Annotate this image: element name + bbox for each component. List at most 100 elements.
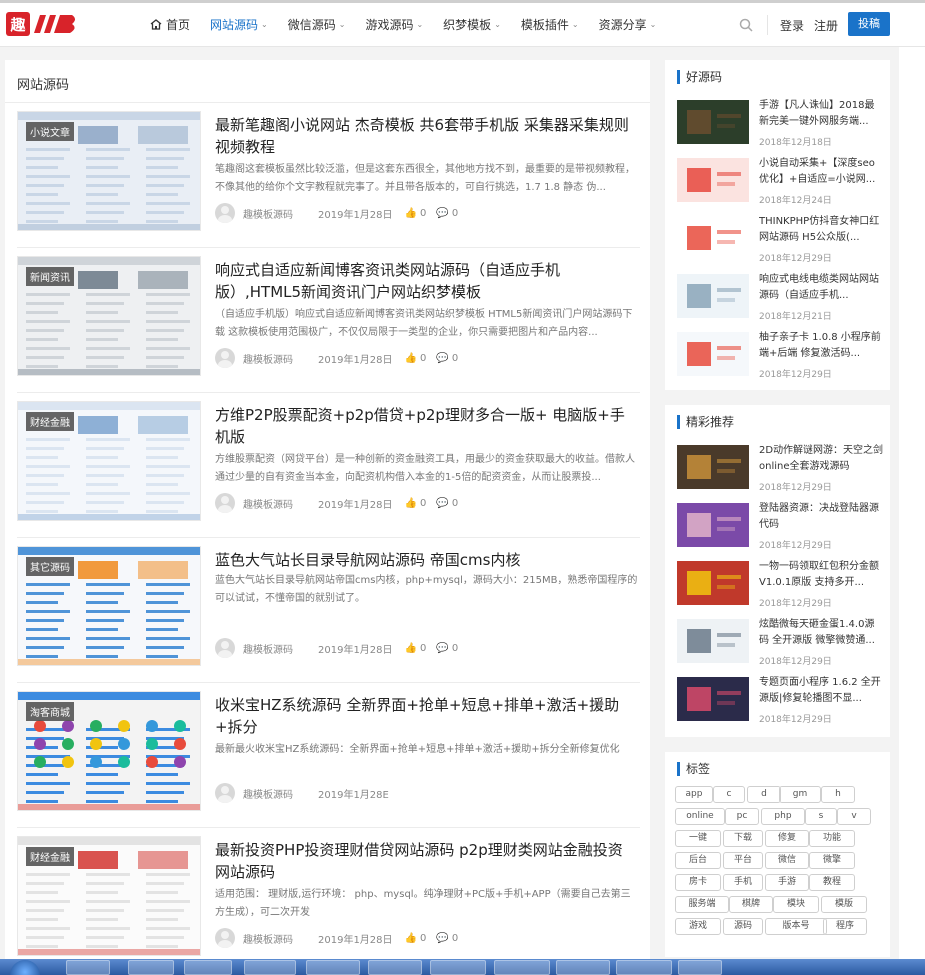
tag-link[interactable]: 手游 — [765, 874, 809, 891]
sidebar-post-title[interactable]: 炫酷微每天砸金蛋1.4.0源码 全开源版 微擎微赞通... — [759, 617, 884, 649]
article-thumbnail[interactable]: 其它源码 — [17, 546, 201, 666]
article-thumbnail[interactable]: 小说文章 — [17, 111, 201, 231]
category-badge[interactable]: 小说文章 — [26, 122, 74, 141]
taskbar-app[interactable] — [306, 960, 360, 975]
tag-link[interactable]: 一键 — [675, 830, 721, 847]
tag-link[interactable]: 模块 — [773, 896, 819, 913]
tag-link[interactable]: 平台 — [723, 852, 763, 869]
nav-item-0[interactable]: 首页 — [150, 16, 190, 33]
author-name[interactable]: 趣模板源码 — [243, 641, 293, 656]
sidebar-post-title[interactable]: 2D动作解谜网游：天空之剑online全套游戏源码 — [759, 443, 884, 475]
sidebar-post-thumbnail[interactable] — [677, 332, 749, 376]
sidebar-post-thumbnail[interactable] — [677, 216, 749, 260]
taskbar-app[interactable] — [678, 960, 722, 975]
sidebar-post[interactable]: 一物一码领取红包积分金额 V1.0.1原版 支持多开... 2018年12月29日 — [677, 559, 882, 614]
tag-link[interactable]: 教程 — [809, 874, 855, 891]
tag-link[interactable]: 版本号 — [765, 918, 827, 935]
article-title[interactable]: 响应式自适应新闻博客资讯类网站源码（自适应手机版）,HTML5新闻资讯门户网站织… — [215, 259, 635, 303]
sidebar-post-thumbnail[interactable] — [677, 445, 749, 489]
tag-link[interactable]: app — [675, 786, 713, 803]
sidebar-post[interactable]: 登陆器资源：决战登陆器源代码 2018年12月29日 — [677, 501, 882, 556]
sidebar-post-title[interactable]: 专题页面小程序 1.6.2 全开源版|修复轮播图不显... — [759, 675, 884, 707]
search-icon[interactable] — [739, 18, 753, 32]
tag-link[interactable]: 手机 — [723, 874, 763, 891]
tag-link[interactable]: c — [713, 786, 745, 803]
sidebar-post-thumbnail[interactable] — [677, 158, 749, 202]
article-title[interactable]: 收米宝HZ系统源码 全新界面+抢单+短息+排单+激活+援助+拆分 — [215, 694, 635, 738]
taskbar-app[interactable] — [556, 960, 610, 975]
avatar[interactable] — [215, 783, 235, 803]
author-name[interactable]: 趣模板源码 — [243, 206, 293, 221]
sidebar-post[interactable]: 响应式电线电缆类网站网站源码（自适应手机... 2018年12月21日 — [677, 272, 882, 327]
tag-link[interactable]: 下载 — [723, 830, 763, 847]
sidebar-post-thumbnail[interactable] — [677, 619, 749, 663]
taskbar-app[interactable] — [368, 960, 422, 975]
tag-link[interactable]: 后台 — [675, 852, 721, 869]
taskbar-app[interactable] — [184, 960, 232, 975]
category-badge[interactable]: 新闻资讯 — [26, 267, 74, 286]
sidebar-post-thumbnail[interactable] — [677, 561, 749, 605]
category-badge[interactable]: 其它源码 — [26, 557, 74, 576]
sidebar-post[interactable]: 炫酷微每天砸金蛋1.4.0源码 全开源版 微擎微赞通... 2018年12月29日 — [677, 617, 882, 672]
taskbar-app[interactable] — [66, 960, 110, 975]
nav-item-3[interactable]: 游戏源码 ⌄ — [365, 16, 423, 33]
sidebar-post[interactable]: 小说自动采集+【深度seo优化】+自适应=小说网... 2018年12月24日 — [677, 156, 882, 211]
sidebar-post[interactable]: 2D动作解谜网游：天空之剑online全套游戏源码 2018年12月29日 — [677, 443, 884, 498]
sidebar-post-thumbnail[interactable] — [677, 503, 749, 547]
author-name[interactable]: 趣模板源码 — [243, 931, 293, 946]
sidebar-post[interactable]: THINKPHP仿抖音女神口红网站源码 H5公众版(... 2018年12月29日 — [677, 214, 882, 269]
tag-link[interactable]: 功能 — [809, 830, 855, 847]
tag-link[interactable]: 棋牌 — [729, 896, 773, 913]
article-thumbnail[interactable]: 财经金融 — [17, 836, 201, 956]
taskbar-app[interactable] — [494, 960, 550, 975]
avatar[interactable] — [215, 203, 235, 223]
article-title[interactable]: 最新投资PHP投资理财借贷网站源码 p2p理财类网站金融投资网站源码 — [215, 839, 635, 883]
register-link[interactable]: 注册 — [814, 17, 838, 34]
sidebar-post[interactable]: 手游【凡人诛仙】2018最新完美一键外网服务端... 2018年12月18日 — [677, 98, 882, 153]
sidebar-post-title[interactable]: 小说自动采集+【深度seo优化】+自适应=小说网... — [759, 156, 884, 188]
start-button[interactable] — [10, 960, 40, 975]
taskbar-app[interactable] — [616, 960, 672, 975]
post-button[interactable]: 投稿 — [848, 12, 890, 36]
tag-link[interactable]: 微信 — [765, 852, 809, 869]
site-logo[interactable]: 趣 — [6, 11, 80, 41]
taskbar-app[interactable] — [128, 960, 174, 975]
avatar[interactable] — [215, 493, 235, 513]
sidebar-post[interactable]: 柚子亲子卡 1.0.8 小程序前端+后端 修复激活码... 2018年12月29日 — [677, 330, 882, 385]
tag-link[interactable]: d — [747, 786, 781, 803]
article-thumbnail[interactable]: 新闻资讯 — [17, 256, 201, 376]
tag-link[interactable]: 服务端 — [675, 896, 729, 913]
category-badge[interactable]: 淘客商城 — [26, 702, 74, 721]
taskbar-app[interactable] — [244, 960, 296, 975]
sidebar-post[interactable]: 专题页面小程序 1.6.2 全开源版|修复轮播图不显... 2018年12月29日 — [677, 675, 882, 730]
tag-link[interactable]: 模版 — [821, 896, 867, 913]
category-badge[interactable]: 财经金融 — [26, 412, 74, 431]
tag-link[interactable]: php — [761, 808, 805, 825]
category-badge[interactable]: 财经金融 — [26, 847, 74, 866]
nav-item-2[interactable]: 微信源码 ⌄ — [288, 16, 346, 33]
article-thumbnail[interactable]: 财经金融 — [17, 401, 201, 521]
tag-link[interactable]: 源码 — [723, 918, 763, 935]
tag-link[interactable]: online — [675, 808, 725, 825]
tag-link[interactable]: gm — [779, 786, 821, 803]
avatar[interactable] — [215, 638, 235, 658]
taskbar-app[interactable] — [430, 960, 486, 975]
sidebar-post-title[interactable]: 响应式电线电缆类网站网站源码（自适应手机... — [759, 272, 884, 304]
nav-item-6[interactable]: 资源分享 ⌄ — [599, 16, 657, 33]
sidebar-post-title[interactable]: THINKPHP仿抖音女神口红网站源码 H5公众版(... — [759, 214, 884, 246]
sidebar-post-thumbnail[interactable] — [677, 274, 749, 318]
nav-item-5[interactable]: 模板插件 ⌄ — [521, 16, 579, 33]
tag-link[interactable]: 程序 — [823, 918, 867, 935]
login-link[interactable]: 登录 — [780, 17, 804, 34]
sidebar-post-title[interactable]: 登陆器资源：决战登陆器源代码 — [759, 501, 884, 533]
avatar[interactable] — [215, 348, 235, 368]
tag-link[interactable]: 游戏 — [675, 918, 721, 935]
author-name[interactable]: 趣模板源码 — [243, 351, 293, 366]
article-title[interactable]: 最新笔趣阁小说网站 杰奇模板 共6套带手机版 采集器采集规则视频教程 — [215, 114, 635, 158]
tag-link[interactable]: 微擎 — [809, 852, 855, 869]
sidebar-post-thumbnail[interactable] — [677, 677, 749, 721]
sidebar-post-title[interactable]: 手游【凡人诛仙】2018最新完美一键外网服务端... — [759, 98, 884, 130]
tag-link[interactable]: 房卡 — [675, 874, 721, 891]
sidebar-post-thumbnail[interactable] — [677, 100, 749, 144]
avatar[interactable] — [215, 928, 235, 948]
